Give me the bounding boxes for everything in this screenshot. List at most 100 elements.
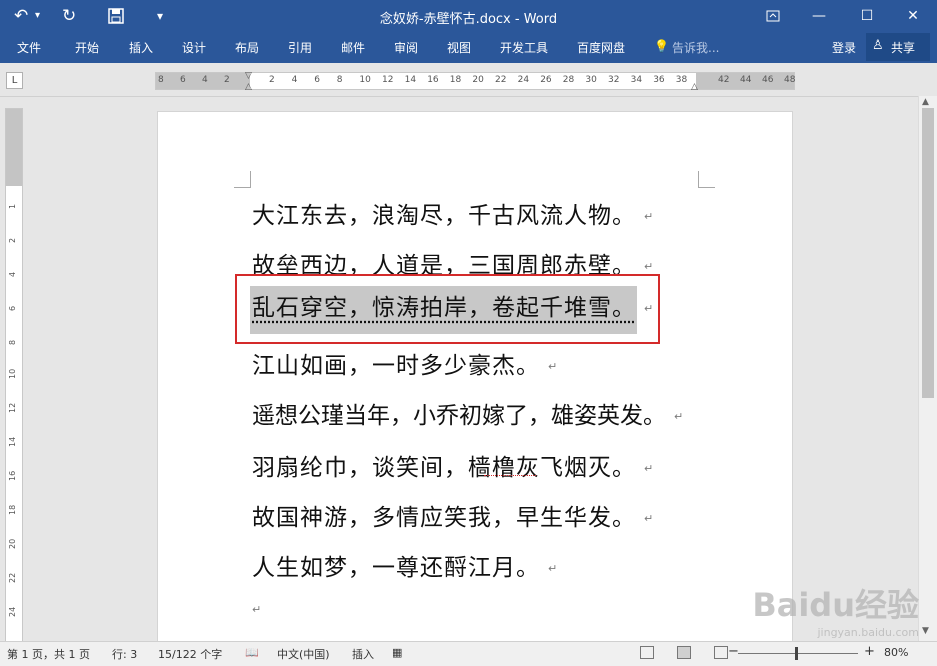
proofing-icon[interactable]: 📖	[245, 646, 259, 659]
close-icon[interactable]: ✕	[898, 5, 928, 27]
insert-mode[interactable]: 插入	[352, 646, 374, 662]
status-bar: 第 1 页，共 1 页 行: 3 15/122 个字 📖 中文(中国) 插入 ▦…	[0, 641, 937, 666]
share-button[interactable]: ♙ 共享	[866, 33, 930, 61]
annotation-highlight-box	[235, 274, 660, 344]
vertical-ruler[interactable]: 1 2 4 6 8 10 12 14 16 18 20 22 24	[5, 108, 23, 642]
baidu-watermark: Baidu经验 jingyan.baidu.com	[752, 580, 919, 639]
ruler-tick-label: 42	[718, 75, 730, 85]
word-count[interactable]: 15/122 个字	[158, 646, 222, 662]
spelling-error-underline	[484, 472, 536, 476]
language[interactable]: 中文(中国)	[277, 646, 330, 662]
text-line-5[interactable]: 遥想公瑾当年，小乔初嫁了，雄姿英发。 ↵	[252, 396, 683, 430]
first-line-indent-marker[interactable]: ▽	[245, 71, 252, 81]
web-layout-icon[interactable]	[714, 646, 728, 659]
minimize-icon[interactable]: —	[804, 5, 834, 27]
ribbon-display-icon[interactable]	[758, 5, 788, 27]
read-mode-icon[interactable]	[640, 646, 654, 659]
ruler-tick-label: 44	[740, 75, 752, 85]
empty-paragraph[interactable]: ↵	[252, 596, 262, 622]
ruler-tick-label: 12	[382, 75, 394, 85]
paragraph-mark: ↵	[674, 410, 684, 423]
vruler-tick-label: 16	[8, 470, 17, 481]
zoom-slider-thumb[interactable]	[795, 647, 798, 660]
crop-mark-top-left	[234, 171, 251, 188]
zoom-level[interactable]: 80%	[884, 646, 908, 659]
ruler-tick-label: 10	[359, 75, 371, 85]
ruler-tick-label: 46	[762, 75, 774, 85]
ruler-tick-label: 38	[675, 75, 688, 85]
vruler-tick-label: 22	[8, 572, 17, 583]
ruler-tick-label: 24	[517, 75, 530, 85]
horizontal-ruler[interactable]: 8642 2 4 6 8 10 12 14 16 18 20 22 24 26 28 30 32 34 36 38 …	[155, 71, 796, 92]
text-line-4[interactable]: 江山如画，一时多少豪杰。 ↵	[252, 346, 558, 380]
ruler-tick-label: 30	[585, 75, 597, 85]
scrollbar-thumb[interactable]	[922, 108, 934, 398]
tab-design[interactable]: 设计	[182, 39, 206, 56]
text-line-7[interactable]: 故国神游，多情应笑我，早生华发。 ↵	[252, 498, 654, 532]
text-line-8[interactable]: 人生如梦，一尊还酹江月。 ↵	[252, 548, 558, 582]
line-number[interactable]: 行: 3	[112, 646, 137, 662]
sign-in-link[interactable]: 登录	[832, 39, 856, 56]
paragraph-mark: ↵	[644, 462, 655, 475]
tab-developer[interactable]: 开发工具	[500, 39, 548, 56]
page-count[interactable]: 第 1 页，共 1 页	[7, 646, 90, 662]
vertical-scrollbar[interactable]: ▲ ▼	[918, 96, 937, 641]
ruler-tick-label: 2	[269, 75, 275, 85]
tab-baidu-netdisk[interactable]: 百度网盘	[577, 39, 625, 56]
watermark-logo: Baidu经验	[752, 586, 919, 624]
vruler-tick-label: 4	[8, 271, 17, 277]
hanging-indent-marker[interactable]: △	[245, 82, 252, 92]
ruler-tick-label: 32	[608, 75, 620, 85]
text-line-6[interactable]: 羽扇纶巾，谈笑间，樯橹灰飞烟灭。 ↵	[252, 448, 654, 482]
ruler-tick-label: 14	[404, 75, 417, 85]
watermark-url: jingyan.baidu.com	[817, 626, 919, 639]
ruler-tick-label: 6	[314, 75, 320, 85]
scroll-down-icon[interactable]: ▼	[922, 626, 929, 636]
tab-review[interactable]: 审阅	[394, 39, 418, 56]
vruler-tick-label: 2	[8, 237, 17, 243]
crop-mark-top-right	[698, 171, 715, 188]
horizontal-ruler-area: L 8642 2 4 6 8 10 12 14 16 18 20 22 24 26 28 30 32 34 36 3…	[0, 63, 937, 97]
tab-layout[interactable]: 布局	[235, 39, 259, 56]
vruler-tick-label: 6	[8, 305, 17, 311]
vruler-tick-label: 24	[8, 606, 17, 617]
scroll-up-icon[interactable]: ▲	[922, 97, 929, 107]
tell-me-box[interactable]: 告诉我...	[672, 39, 719, 56]
paragraph-mark: ↵	[644, 512, 655, 525]
ruler-tick-label: 48	[784, 75, 796, 85]
tab-home[interactable]: 开始	[75, 39, 99, 56]
ruler-tick-label: 36	[653, 75, 665, 85]
tab-view[interactable]: 视图	[447, 39, 471, 56]
vruler-tick-label: 1	[8, 203, 17, 209]
right-indent-marker[interactable]: △	[691, 82, 698, 92]
text-line-1[interactable]: 大江东去，浪淘尽，千古风流人物。 ↵	[252, 196, 654, 230]
zoom-in-icon[interactable]: +	[864, 644, 875, 659]
maximize-icon[interactable]: ☐	[852, 5, 882, 27]
tab-file[interactable]: 文件	[17, 39, 41, 56]
paragraph-mark: ↵	[252, 603, 263, 616]
macro-record-icon[interactable]: ▦	[392, 646, 402, 659]
paragraph-mark: ↵	[644, 210, 655, 223]
person-icon: ♙	[872, 38, 884, 53]
vruler-tick-label: 18	[8, 504, 17, 515]
ruler-tick-label: 6	[180, 75, 186, 85]
tab-insert[interactable]: 插入	[129, 39, 153, 56]
vruler-tick-label: 10	[8, 368, 17, 379]
share-label: 共享	[891, 41, 916, 55]
document-title: 念奴娇-赤壁怀古.docx - Word	[379, 12, 558, 27]
zoom-slider[interactable]	[738, 653, 858, 654]
tab-mailings[interactable]: 邮件	[341, 39, 365, 56]
vruler-tick-label: 8	[8, 339, 17, 345]
vruler-tick-label: 14	[8, 436, 17, 447]
paragraph-mark: ↵	[548, 562, 559, 575]
ruler-tick-label: 4	[291, 75, 298, 85]
tab-references[interactable]: 引用	[288, 39, 312, 56]
tab-selector[interactable]: L	[6, 72, 23, 89]
ruler-tick-label: 20	[472, 75, 484, 85]
ribbon-tabs: 文件 开始 插入 设计 布局 引用 邮件 审阅 视图 开发工具 百度网盘 💡 告…	[0, 33, 937, 63]
zoom-out-icon[interactable]: −	[728, 644, 739, 659]
print-layout-icon[interactable]	[677, 646, 691, 659]
paragraph-mark: ↵	[644, 260, 655, 273]
vruler-tick-label: 12	[8, 402, 17, 413]
ruler-tick-label: 8	[158, 75, 164, 85]
